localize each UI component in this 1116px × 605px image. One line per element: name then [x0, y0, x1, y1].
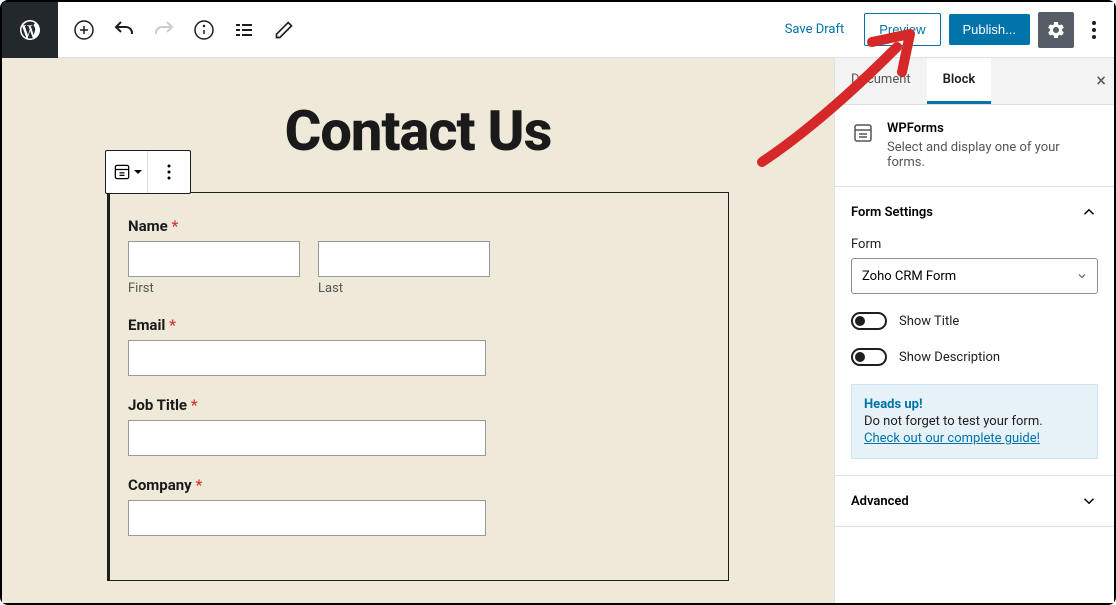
preview-button[interactable]: Preview: [864, 13, 940, 46]
publish-button[interactable]: Publish...: [949, 14, 1030, 45]
outline-button[interactable]: [226, 12, 262, 48]
notice-text: Do not forget to test your form.: [864, 414, 1085, 429]
undo-button[interactable]: [106, 12, 142, 48]
block-description: Select and display one of your forms.: [887, 140, 1098, 170]
form-settings-panel-header[interactable]: Form Settings: [835, 187, 1114, 237]
wordpress-logo[interactable]: [2, 2, 58, 58]
first-sublabel: First: [128, 281, 300, 296]
page-title[interactable]: Contact Us: [285, 98, 552, 164]
job-title-input[interactable]: [128, 420, 486, 456]
save-draft-button[interactable]: Save Draft: [773, 14, 857, 45]
email-input[interactable]: [128, 340, 486, 376]
job-title-label: Job Title *: [128, 396, 710, 414]
tab-document[interactable]: Document: [835, 58, 927, 104]
more-options-button[interactable]: [1082, 12, 1106, 48]
last-sublabel: Last: [318, 281, 490, 296]
form-select-label: Form: [851, 237, 1098, 252]
last-name-input[interactable]: [318, 241, 490, 277]
company-label: Company *: [128, 476, 710, 494]
show-description-toggle[interactable]: [851, 348, 887, 366]
email-label: Email *: [128, 316, 710, 334]
block-name: WPForms: [887, 121, 1098, 136]
tab-block[interactable]: Block: [927, 58, 992, 104]
redo-button[interactable]: [146, 12, 182, 48]
company-input[interactable]: [128, 500, 486, 536]
chevron-down-icon: [1076, 270, 1088, 282]
chevron-down-icon: [1080, 492, 1098, 510]
info-button[interactable]: [186, 12, 222, 48]
notice-title: Heads up!: [864, 397, 1085, 412]
notice-link[interactable]: Check out our complete guide!: [864, 431, 1040, 446]
name-label: Name *: [128, 217, 710, 235]
edit-button[interactable]: [266, 12, 302, 48]
show-title-toggle[interactable]: [851, 312, 887, 330]
form-select[interactable]: Zoho CRM Form: [851, 258, 1098, 294]
block-type-button[interactable]: [106, 151, 148, 193]
advanced-panel-header[interactable]: Advanced: [835, 476, 1114, 526]
wpforms-icon: [851, 121, 875, 145]
block-more-button[interactable]: [148, 151, 190, 193]
form-block[interactable]: Name * First Last Email *: [107, 192, 729, 581]
chevron-up-icon: [1080, 203, 1098, 221]
first-name-input[interactable]: [128, 241, 300, 277]
add-block-button[interactable]: [66, 12, 102, 48]
notice-box: Heads up! Do not forget to test your for…: [851, 384, 1098, 459]
settings-button[interactable]: [1038, 12, 1074, 48]
show-description-label: Show Description: [899, 350, 1000, 365]
close-sidebar-button[interactable]: ×: [1096, 71, 1106, 92]
show-title-label: Show Title: [899, 314, 959, 329]
